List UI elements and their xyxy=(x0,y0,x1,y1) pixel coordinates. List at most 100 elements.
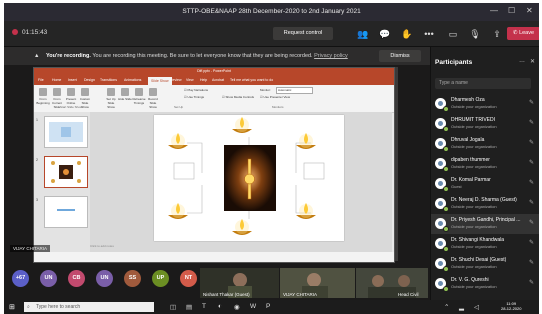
participant-row[interactable]: Dr. V. G. Qureshi Outside your organizati… xyxy=(431,274,539,294)
powerpoint-icon[interactable]: P xyxy=(266,303,270,310)
participant-row[interactable]: Dr. Shuchi Desai (Guest) Outside your org… xyxy=(431,254,539,274)
ppt-tab-transitions[interactable]: Transitions xyxy=(100,78,117,82)
windows-taskbar: ⊞ ⌕ Type here to search ◫ ▤ T ◐ ◉ W P ⌃ ▂… xyxy=(4,300,539,314)
checkbox-show-media-controls[interactable]: ☑ Show Media Controls xyxy=(222,95,254,99)
file-explorer-icon[interactable]: ▤ xyxy=(186,303,192,311)
scrollbar[interactable] xyxy=(395,67,398,261)
browser-icon[interactable]: ◐ xyxy=(218,303,222,310)
mic-icon[interactable]: 🎙 xyxy=(468,27,482,41)
ribbon-rehearse-timings[interactable]: Rehearse Timings xyxy=(132,88,146,105)
ppt-tab-review[interactable]: Review xyxy=(170,78,181,82)
taskbar-search-input[interactable]: ⌕ Type here to search xyxy=(24,302,154,312)
raise-hand-icon[interactable]: ✋ xyxy=(400,27,414,41)
slide-thumbnail-1[interactable] xyxy=(44,116,88,148)
ribbon-record-slide-show[interactable]: Record Slide Show xyxy=(146,88,160,109)
request-control-button[interactable]: Request control xyxy=(273,27,333,40)
volume-icon[interactable]: ◁ xyxy=(474,303,479,311)
ppt-tab-slide-show[interactable]: Slide Show xyxy=(148,77,172,85)
status-available-icon xyxy=(443,106,449,112)
teams-icon[interactable]: T xyxy=(202,303,206,310)
slide-thumbnail-3[interactable] xyxy=(44,196,88,228)
participant-org: Outside your organization xyxy=(451,144,497,149)
word-icon[interactable]: W xyxy=(250,303,256,310)
status-available-icon xyxy=(443,166,449,172)
ribbon-from-beginning[interactable]: From Beginning xyxy=(36,88,50,105)
checkbox-play-narrations[interactable]: ☑ Play Narrations xyxy=(184,88,208,92)
avatar[interactable]: SS xyxy=(124,270,141,287)
people-more-icon[interactable]: … xyxy=(519,58,525,64)
mic-muted-icon: ✎ xyxy=(529,100,535,106)
ribbon-icon xyxy=(107,88,115,96)
ppt-tab-design[interactable]: Design xyxy=(84,78,95,82)
ppt-tab-file[interactable]: File xyxy=(38,78,44,82)
status-available-icon xyxy=(443,126,449,132)
leave-button[interactable]: ✆ Leave xyxy=(507,27,539,40)
ribbon-custom-slide-show[interactable]: Custom Slide Show xyxy=(78,88,92,109)
maximize-icon[interactable]: ☐ xyxy=(508,6,515,15)
close-icon[interactable]: ✕ xyxy=(526,6,533,15)
participant-row[interactable]: Dharmesh Oza Outside your organization ✎ xyxy=(431,94,539,114)
participant-search-input[interactable]: Type a name xyxy=(435,78,531,89)
notes-pane[interactable]: Click to add notes xyxy=(90,244,114,248)
participant-name: Dr. Priyesh Gandhi, Principal ... xyxy=(451,217,521,223)
task-view-icon[interactable]: ◫ xyxy=(170,303,176,311)
ribbon-set-up-slide-show[interactable]: Set Up Slide Show xyxy=(104,88,118,109)
minimize-icon[interactable]: — xyxy=(490,6,498,15)
video-tile-1[interactable]: Nishant Thakar (Guest) xyxy=(200,268,279,298)
people-icon[interactable]: 👥 xyxy=(356,27,370,41)
thumbnail-preview xyxy=(57,209,75,211)
more-participants-avatar[interactable]: +67 xyxy=(12,270,29,287)
clock[interactable]: 11:09 28-12-2020 xyxy=(501,301,521,311)
presenter-name: VIJAY CHITARIA xyxy=(10,245,51,252)
chat-icon[interactable]: 💬 xyxy=(378,27,392,41)
close-panel-icon[interactable]: ✕ xyxy=(530,58,535,65)
avatar[interactable]: CB xyxy=(68,270,85,287)
participant-row[interactable]: Dhruval Jogala Outside your organization ✎ xyxy=(431,134,539,154)
notification-tray-icon[interactable]: ⌃ xyxy=(444,303,449,311)
ribbon-icon xyxy=(149,88,157,96)
participant-row[interactable]: Dr. Neeraj D. Sharma (Guest) Outside your… xyxy=(431,194,539,214)
current-slide[interactable] xyxy=(154,115,344,241)
participant-row[interactable]: Dr. Komal Parmar Guest ✎ xyxy=(431,174,539,194)
ppt-tab-help[interactable]: Help xyxy=(200,78,207,82)
video-tile-3[interactable]: Head Civil xyxy=(356,268,428,298)
ppt-tab-acrobat[interactable]: Acrobat xyxy=(212,78,224,82)
network-icon[interactable]: ▂ xyxy=(459,303,464,311)
monitor-dropdown[interactable]: Automatic xyxy=(276,87,313,94)
mic-muted-icon: ✎ xyxy=(529,160,535,166)
avatar[interactable]: UP xyxy=(152,270,169,287)
participant-row[interactable]: Dr. Shivangi Khandwala Outside your organ… xyxy=(431,234,539,254)
video-name-2: VIJAY CHITARIA xyxy=(283,292,318,297)
ppt-tab-home[interactable]: Home xyxy=(52,78,61,82)
more-icon[interactable]: ••• xyxy=(422,27,436,41)
avatar[interactable]: UN xyxy=(96,270,113,287)
ribbon-present-online[interactable]: Present Online xyxy=(64,88,78,105)
participant-row[interactable]: Dr. Priyesh Gandhi, Principal ... Outside… xyxy=(431,214,539,234)
avatar[interactable]: NT xyxy=(180,270,197,287)
ppt-tab-tell-me-what-you-want-to-do[interactable]: Tell me what you want to do xyxy=(230,78,273,82)
slide-thumbnail-2[interactable] xyxy=(44,156,88,188)
windows-start-icon[interactable]: ⊞ xyxy=(9,303,15,311)
checkbox-use-presenter-view[interactable]: ☑ Use Presenter View xyxy=(260,95,290,99)
participant-row[interactable]: dipaben thummer Outside your organization… xyxy=(431,154,539,174)
ppt-tab-animations[interactable]: Animations xyxy=(124,78,141,82)
ppt-tab-insert[interactable]: Insert xyxy=(68,78,77,82)
info-icon: ▲ xyxy=(34,53,40,59)
video-tile-2[interactable]: VIJAY CHITARIA xyxy=(280,268,355,298)
share-icon[interactable]: ⇪ xyxy=(490,27,504,41)
ribbon-from-current-slide[interactable]: From Current Slide xyxy=(50,88,64,109)
status-available-icon xyxy=(443,186,449,192)
checkbox-use-timings[interactable]: ☑ Use Timings xyxy=(184,95,204,99)
privacy-policy-link[interactable]: Privacy policy xyxy=(314,53,348,59)
thumbnail-preview xyxy=(51,161,81,183)
shared-screen: Diff.pptx - PowerPoint File Home Insert Des… xyxy=(4,65,430,283)
camera-icon[interactable]: ▭ xyxy=(446,27,460,41)
chrome-icon[interactable]: ◉ xyxy=(234,303,240,311)
participant-row[interactable]: DHRUMIT TRIVEDI Outside your organization… xyxy=(431,114,539,134)
ppt-tab-view[interactable]: View xyxy=(186,78,194,82)
avatar[interactable]: UN xyxy=(40,270,57,287)
dismiss-button[interactable]: Dismiss xyxy=(379,50,421,62)
slide-editor xyxy=(90,112,392,252)
ribbon-hide-slide[interactable]: Hide Slide xyxy=(118,88,132,101)
status-available-icon xyxy=(443,246,449,252)
